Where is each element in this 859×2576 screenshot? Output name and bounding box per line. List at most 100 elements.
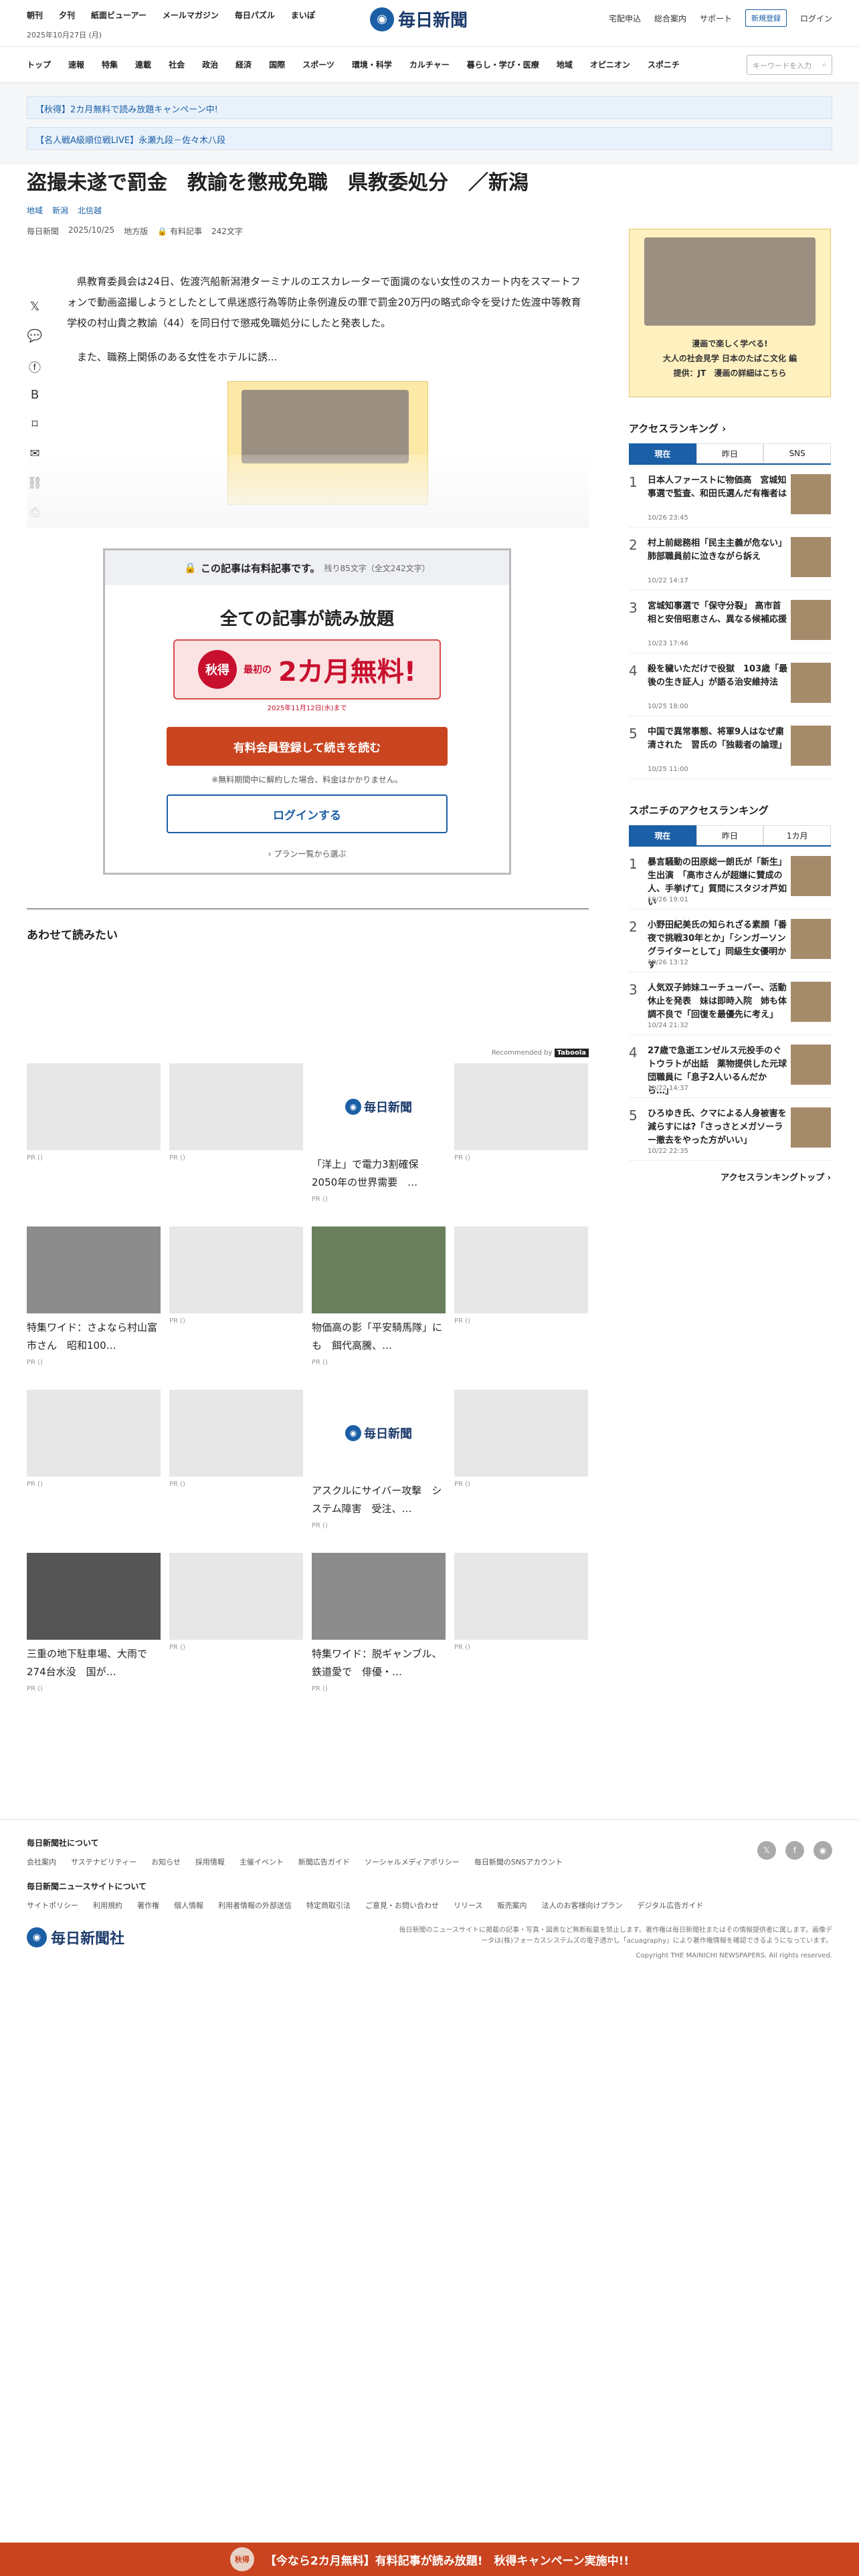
x-share-icon[interactable]: 𝕏 [27,300,43,329]
footer-link[interactable]: ご意見・お問い合わせ [365,1900,439,1911]
footer-logo[interactable]: ◉ 毎日新聞社 [27,1927,124,1948]
crumb-link[interactable]: 北信越 [78,205,102,216]
crumb-link[interactable]: 新潟 [52,205,68,216]
promo-link[interactable]: 【名人戦A級順位戦LIVE】永瀬九段－佐々木八段 [27,127,832,150]
nav-item[interactable]: カルチャー [409,59,450,70]
tab-sns[interactable]: SNS [763,443,832,463]
nav-item[interactable]: スポーツ [302,59,335,70]
footer-link[interactable]: デジタル広告ガイド [637,1900,703,1911]
ranking-item[interactable]: 3 人気双子姉妹ユーチューバー、活動休止を発表 妹は即時入院 姉も体調不良で「回復… [629,972,831,1035]
support-link[interactable]: サポート [700,13,732,24]
nav-item[interactable]: 環境・科学 [352,59,392,70]
footer-link[interactable]: 特定商取引法 [306,1900,351,1911]
related-card[interactable]: PR () [27,1063,161,1210]
ranking-item[interactable]: 3 宮城知事選で「保守分裂」 高市首相と安倍昭恵さん、異なる候補応援 10/23 1… [629,591,831,653]
guide-link[interactable]: 総合案内 [654,13,686,24]
comment-icon[interactable]: 💬 [27,329,43,358]
ranking-more-link[interactable]: アクセスランキングトップ › [629,1170,831,1183]
related-card[interactable]: PR () [169,1390,303,1537]
footer-link[interactable]: 会社案内 [27,1856,56,1867]
footer-link[interactable]: お知らせ [151,1856,181,1867]
related-card[interactable]: 特集ワイド：脱ギャンブル、鉄道愛で 俳優・… PR () [312,1553,446,1700]
crumb-link[interactable]: 地域 [27,205,43,216]
campaign-bottom-bar[interactable]: 秋得 【今なら2カ月無料】有料記事が読み放題! 秋得キャンペーン実施中!! [0,2543,859,2576]
nav-item[interactable]: 特集 [102,59,118,70]
rss-icon[interactable]: ◉ [814,1841,832,1860]
footer-link[interactable]: 販売案内 [497,1900,527,1911]
footer-link[interactable]: リリース [454,1900,482,1911]
footer-link[interactable]: 利用規約 [93,1900,122,1911]
tab-now[interactable]: 現在 [629,443,696,463]
subscribe-button[interactable]: 有料会員登録して続きを読む [167,727,448,766]
nav-item[interactable]: 速報 [68,59,84,70]
search-icon[interactable]: ⌕ [822,60,826,70]
footer-link[interactable]: 毎日新聞のSNSアカウント [474,1856,563,1867]
nav-item[interactable]: 地域 [557,59,573,70]
top-link[interactable]: 紙面ビューアー [91,9,147,21]
tab-now[interactable]: 現在 [629,825,696,845]
ranking-item[interactable]: 2 村上前総務相「民主主義が危ない」 肺部職員前に泣きながら訴え 10/22 14:… [629,528,831,591]
footer-link[interactable]: ソーシャルメディアポリシー [365,1856,460,1867]
footer-link[interactable]: 新聞広告ガイド [298,1856,350,1867]
ranking-item[interactable]: 5 中国で異常事態、将軍9人はなぜ粛清された 習氏の「独裁者の論理」 10/25 1… [629,716,831,779]
top-link[interactable]: まいぽ [291,9,315,21]
site-logo[interactable]: ◉ 毎日新聞 [370,7,468,31]
related-card[interactable]: 三重の地下駐車場、大雨で274台水没 国が… PR () [27,1553,161,1700]
nav-item[interactable]: トップ [27,59,51,70]
search-input[interactable]: キーワードを入力 ⌕ [747,55,832,75]
related-card[interactable]: 特集ワイド：さよなら村山富市さん 昭和100… PR () [27,1226,161,1374]
top-link[interactable]: 毎日パズル [235,9,275,21]
tab-yesterday[interactable]: 昨日 [696,443,764,463]
ranking-item[interactable]: 5 ひろゆき氏、クマによる人身被害を減らすには?「さっさとメガソーラー撤去をやった… [629,1098,831,1161]
ranking-item[interactable]: 4 27歳で急逝エンゼルス元投手のぐトウラトが出話 薬物提供した元球団職員に「息子… [629,1035,831,1098]
related-card[interactable]: PR () [454,1390,588,1537]
ranking-item[interactable]: 2 小野田紀美氏の知られざる素顔「番夜で挑戦30年とか」「シンガーソングライターと… [629,909,831,972]
footer-link[interactable]: サステナビリティー [71,1856,136,1867]
delivery-link[interactable]: 宅配申込 [609,13,641,24]
nav-item[interactable]: 連載 [135,59,151,70]
related-card[interactable]: PR () [454,1226,588,1374]
related-card[interactable]: PR () [454,1063,588,1210]
x-icon[interactable]: 𝕏 [757,1841,776,1860]
related-card[interactable]: 物価高の影「平安騎馬隊」にも 餌代高騰、… PR () [312,1226,446,1374]
footer-link[interactable]: 法人のお客様向けプラン [541,1900,622,1911]
tab-month[interactable]: 1カ月 [763,825,832,845]
nav-item[interactable]: 国際 [269,59,285,70]
plans-link[interactable]: › プラン一覧から選ぶ [105,848,509,859]
promo-link[interactable]: 【秋得】2カ月無料で読み放題キャンペーン中! [27,96,832,119]
top-link[interactable]: 夕刊 [59,9,75,21]
related-card[interactable]: PR () [169,1063,303,1210]
footer-link[interactable]: 個人情報 [174,1900,203,1911]
footer-link[interactable]: 主催イベント [240,1856,284,1867]
nav-item[interactable]: 経済 [235,59,252,70]
related-card[interactable]: PR () [454,1553,588,1700]
ranking-item[interactable]: 4 殺を穢いただけで役獄 103歳「最後の生き証人」が語る治安維持法 10/25 1… [629,653,831,716]
ranking-item[interactable]: 1 暴言騒動の田原総一朗氏が「新生」生出演 「高市さんが超嫌に賛成の人、手挙げて」… [629,847,831,909]
ranking-title[interactable]: アクセスランキング › [629,421,831,435]
nav-item[interactable]: 政治 [202,59,218,70]
ranking-item[interactable]: 1 日本人ファーストに物価高 宮城知事選で監査、和田氏選んだ有権者は 10/26 2… [629,465,831,528]
footer-link[interactable]: 利用者情報の外部送信 [218,1900,292,1911]
nav-item[interactable]: 暮らし・学び・医療 [467,59,539,70]
footer-link[interactable]: 著作権 [137,1900,159,1911]
related-card[interactable]: PR () [169,1226,303,1374]
login-link[interactable]: ログイン [800,13,832,24]
top-link[interactable]: メールマガジン [163,9,219,21]
nav-item[interactable]: スポニチ [648,59,680,70]
tab-yesterday[interactable]: 昨日 [696,825,764,845]
footer-link[interactable]: 採用情報 [195,1856,225,1867]
related-card-image [169,1390,303,1477]
sidebar-ad[interactable]: 漫画で楽しく学べる! 大人の社会見学 日本のたばこ文化 編 提供：JT 漫画の詳… [629,229,831,397]
nav-item[interactable]: オピニオン [590,59,630,70]
nav-item[interactable]: 社会 [169,59,185,70]
related-card-image: ◉ 毎日新聞 [312,1063,446,1150]
related-card[interactable]: ◉ 毎日新聞 アスクルにサイバー攻撃 システム障害 受注、… PR () [312,1390,446,1537]
facebook-icon[interactable]: f [785,1841,804,1860]
related-card[interactable]: PR () [27,1390,161,1537]
related-card[interactable]: PR () [169,1553,303,1700]
related-card[interactable]: ◉ 毎日新聞 「洋上」で電力3割確保 2050年の世界需要 … PR () [312,1063,446,1210]
top-link[interactable]: 朝刊 [27,9,43,21]
footer-link[interactable]: サイトポリシー [27,1900,78,1911]
login-button[interactable]: ログインする [167,794,448,833]
register-button[interactable]: 新規登録 [745,9,787,27]
